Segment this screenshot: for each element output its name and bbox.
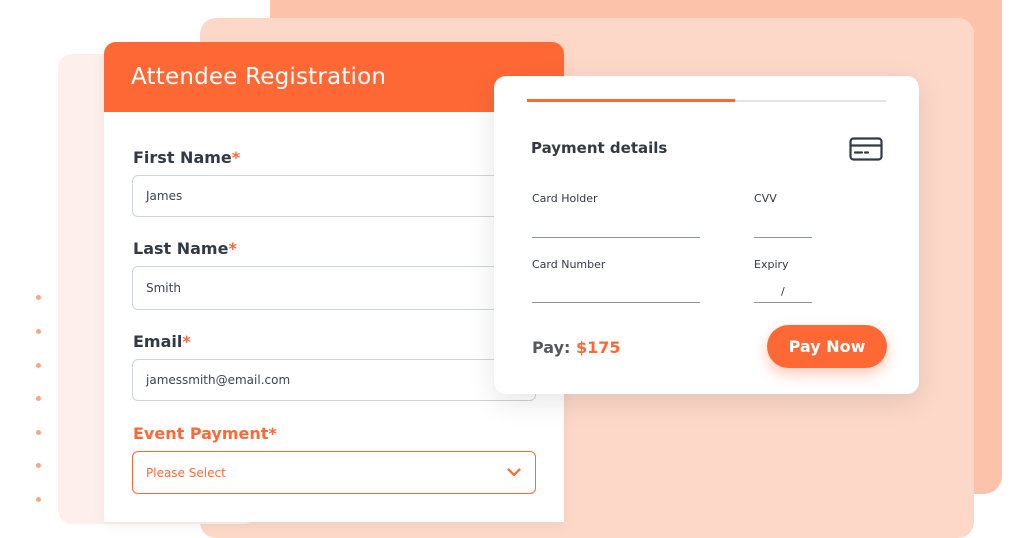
- payment-card: Payment details Card Holder CVV Card Num…: [494, 76, 919, 394]
- registration-title: Attendee Registration: [131, 64, 387, 90]
- decor-dot: [36, 295, 41, 300]
- payment-title: Payment details: [531, 139, 668, 157]
- decor-dot: [36, 430, 41, 435]
- card-holder-input[interactable]: [532, 237, 700, 238]
- last-name-field[interactable]: Smith: [132, 266, 534, 310]
- email-value: jamessmith@email.com: [146, 373, 291, 387]
- required-marker: *: [182, 332, 191, 351]
- expiry-label: Expiry: [754, 258, 789, 271]
- event-payment-selected: Please Select: [146, 465, 226, 480]
- decor-dot: [36, 329, 41, 334]
- email-label: Email*: [133, 332, 191, 351]
- decor-dot: [36, 497, 41, 502]
- decor-dot: [36, 363, 41, 368]
- pay-label: Pay:: [532, 338, 571, 357]
- expiry-separator: /: [781, 285, 785, 298]
- required-marker: *: [268, 424, 277, 443]
- card-number-input[interactable]: [532, 302, 700, 303]
- first-name-value: James: [146, 189, 183, 203]
- email-field[interactable]: jamessmith@email.com: [132, 359, 536, 401]
- pay-amount: $175: [576, 338, 621, 357]
- last-name-value: Smith: [146, 281, 181, 295]
- last-name-label: Last Name*: [133, 239, 237, 258]
- first-name-field[interactable]: James: [132, 175, 534, 217]
- progress-fill: [527, 99, 736, 102]
- pay-now-button[interactable]: Pay Now: [767, 325, 887, 368]
- event-payment-label: Event Payment*: [133, 424, 277, 443]
- decor-dot: [36, 463, 41, 468]
- progress-bar: [527, 99, 886, 102]
- pay-total: Pay: $175: [532, 338, 621, 357]
- event-payment-select[interactable]: Please Select: [132, 451, 536, 494]
- decor-dot: [36, 396, 41, 401]
- cvv-input[interactable]: [754, 237, 812, 238]
- credit-card-icon: [849, 137, 883, 161]
- required-marker: *: [231, 148, 241, 167]
- chevron-down-icon: [507, 466, 521, 480]
- expiry-input[interactable]: [754, 302, 812, 303]
- required-marker: *: [228, 239, 237, 258]
- cvv-label: CVV: [754, 192, 777, 205]
- card-holder-label: Card Holder: [532, 192, 598, 205]
- first-name-label: First Name*: [133, 148, 241, 167]
- card-number-label: Card Number: [532, 258, 606, 271]
